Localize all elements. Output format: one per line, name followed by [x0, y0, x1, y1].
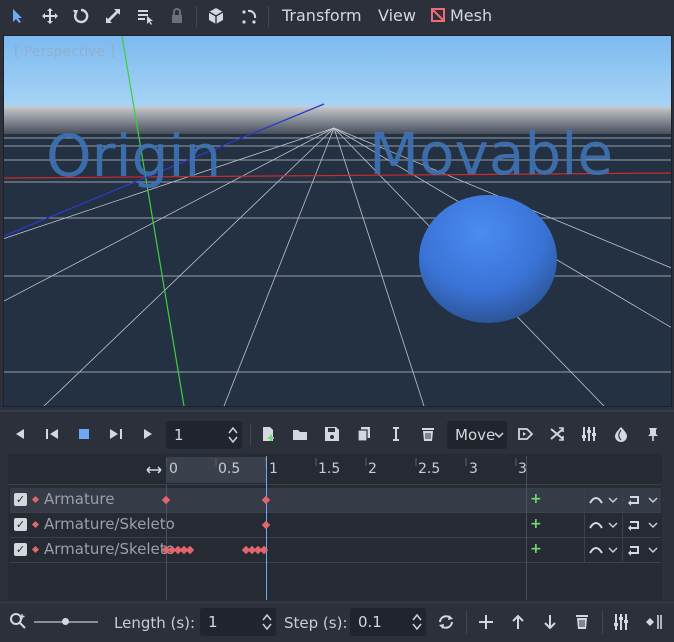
editor-toolbar: Transform View Mesh: [0, 0, 674, 34]
play-forward-icon[interactable]: [105, 423, 127, 445]
key-options-icon[interactable]: [644, 613, 664, 631]
track-name: Armature/Skeleto: [44, 540, 175, 558]
track-type-icon: [31, 520, 40, 529]
spin-arrows-icon: [412, 613, 422, 631]
play-backward-icon[interactable]: [41, 423, 63, 445]
rename-animation-icon[interactable]: [385, 423, 407, 445]
step-spinbox[interactable]: 0.1: [350, 608, 426, 636]
view-menu[interactable]: View: [378, 6, 416, 25]
snap-icon[interactable]: [239, 6, 259, 26]
spin-arrows-icon: [262, 613, 272, 631]
column-divider: [622, 488, 623, 562]
scale-icon[interactable]: [103, 6, 123, 26]
viewport-scene: Origin Movable: [4, 36, 671, 406]
timeline-end-line: [526, 456, 527, 600]
rotate-icon[interactable]: [71, 6, 91, 26]
step-label: Step (s):: [284, 614, 348, 632]
column-divider: [584, 488, 585, 562]
track-tools-icon[interactable]: [612, 613, 630, 631]
stop-icon[interactable]: [73, 423, 95, 445]
load-animation-icon[interactable]: [289, 423, 311, 445]
animation-mode-select[interactable]: Move: [447, 421, 507, 449]
add-track-icon[interactable]: [477, 613, 495, 631]
track-name: Armature: [44, 490, 115, 508]
new-animation-icon[interactable]: [257, 423, 279, 445]
track-type-icon: [31, 545, 40, 554]
animation-position-value: 1: [174, 426, 184, 444]
save-animation-icon[interactable]: [321, 423, 343, 445]
interpolation-mode-icon[interactable]: [588, 543, 620, 557]
track-enabled-checkbox[interactable]: ✓: [14, 493, 27, 506]
move-track-down-icon[interactable]: [541, 613, 559, 631]
length-spinbox[interactable]: 1: [200, 608, 276, 636]
length-value: 1: [208, 613, 218, 631]
animation-mode-value: Move: [455, 426, 496, 444]
play-backward-from-end-icon[interactable]: [9, 423, 31, 445]
toolbar-divider: [268, 6, 269, 28]
row-divider: [10, 562, 661, 563]
duplicate-animation-icon[interactable]: [353, 423, 375, 445]
track-type-icon: [31, 495, 40, 504]
row-divider: [10, 537, 661, 538]
step-value: 0.1: [358, 613, 382, 631]
list-select-icon[interactable]: [135, 6, 155, 26]
toolbar-divider: [602, 610, 603, 634]
edit-tools-icon[interactable]: [578, 423, 600, 445]
loop-wrap-icon[interactable]: [626, 493, 660, 507]
insert-key-icon[interactable]: +: [530, 491, 542, 507]
zoom-width-icon[interactable]: [146, 465, 162, 475]
mesh-icon: [430, 7, 446, 23]
track-enabled-checkbox[interactable]: ✓: [14, 518, 27, 531]
row-divider: [10, 512, 661, 513]
chevron-down-icon: [494, 432, 504, 439]
mesh-menu[interactable]: Mesh: [450, 6, 492, 25]
transform-menu[interactable]: Transform: [282, 6, 362, 25]
blend-times-icon[interactable]: [546, 423, 568, 445]
interpolation-mode-icon[interactable]: [588, 518, 620, 532]
bottom-divider: [0, 602, 674, 603]
delete-animation-icon[interactable]: [417, 423, 439, 445]
zoom-slider-handle[interactable]: [62, 618, 69, 625]
insert-key-icon[interactable]: +: [530, 516, 542, 532]
3d-viewport[interactable]: Origin Movable [ Perspective ]: [3, 35, 672, 407]
track-row[interactable]: ✓ Armature/Skeleto: [10, 513, 661, 537]
toolbar-divider: [250, 424, 251, 446]
toolbar-divider: [196, 6, 197, 28]
perspective-label[interactable]: [ Perspective ]: [14, 44, 115, 60]
track-enabled-checkbox[interactable]: ✓: [14, 543, 27, 556]
track-name: Armature/Skeleto: [44, 515, 175, 533]
length-label: Length (s):: [114, 614, 196, 632]
ruler-minor-ticks: [166, 458, 517, 466]
remove-track-icon[interactable]: [573, 613, 591, 631]
lock-icon[interactable]: [167, 6, 187, 26]
loop-wrap-icon[interactable]: [626, 518, 660, 532]
move-icon[interactable]: [40, 6, 60, 26]
loop-wrap-icon[interactable]: [626, 543, 660, 557]
onion-skin-icon[interactable]: [610, 423, 632, 445]
move-track-up-icon[interactable]: [509, 613, 527, 631]
origin-label-3d: Origin: [46, 122, 221, 190]
toolbar-divider: [466, 610, 467, 634]
spin-arrows-icon: [228, 426, 238, 444]
autoplay-icon[interactable]: [514, 423, 536, 445]
movable-label-3d: Movable: [369, 120, 613, 188]
loop-icon[interactable]: [437, 613, 455, 631]
track-row[interactable]: ✓ Armature/Skeleto: [10, 538, 661, 562]
play-icon[interactable]: [137, 423, 159, 445]
pin-panel-icon[interactable]: [642, 423, 664, 445]
track-row[interactable]: ✓ Armature: [10, 488, 661, 512]
animation-position-spinbox[interactable]: 1: [166, 421, 242, 449]
interpolation-mode-icon[interactable]: [588, 493, 620, 507]
sphere-mesh: [419, 195, 557, 323]
select-arrow-icon[interactable]: [8, 6, 28, 26]
zoom-icon: [10, 613, 26, 629]
cube-icon[interactable]: [206, 6, 226, 26]
insert-key-icon[interactable]: +: [530, 541, 542, 557]
